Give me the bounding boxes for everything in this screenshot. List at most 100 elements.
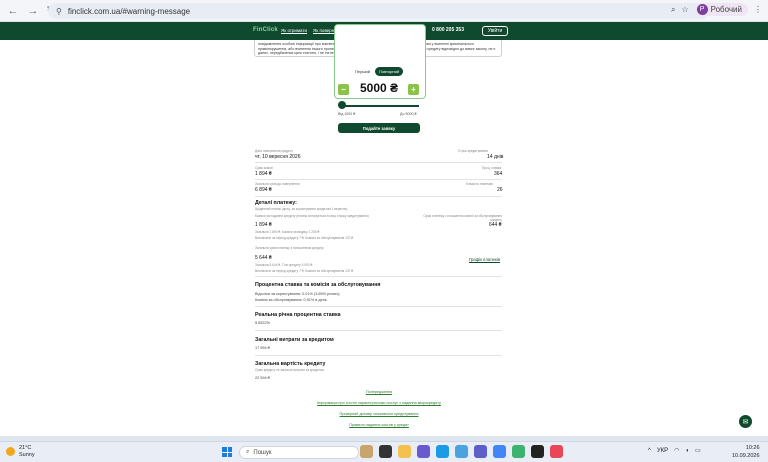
real-rate-value: 5 5522% [255,321,270,325]
client-type-toggle: Перший Повторний [355,67,404,76]
amount-slider-thumb[interactable] [338,101,346,109]
sun-icon [6,447,15,456]
login-button[interactable]: Увійти [482,26,508,36]
total-label: Загальна сума до повернення [255,182,300,186]
bookmark-star-icon[interactable]: ☆ [681,5,688,14]
clock-time: 10:26 [745,445,760,451]
footer-link-warning[interactable]: Попередження [280,390,478,394]
address-bar[interactable]: ⚲ finclick.com.ua/#warning-message [48,3,708,19]
tab-repeat-loan[interactable]: Повторний [375,67,404,76]
total-cost-value: 22 994 ₴ [255,376,270,380]
tray-chevron-icon[interactable]: ^ [648,448,651,454]
chat-icon[interactable]: ✉ [739,415,752,428]
commission-note: Комісія за надання кредиту (платіж сплач… [255,214,369,218]
commission-detail-b: Виплачено за період кредиту 7 ₴, Комісія… [255,236,354,240]
commission-label: Сума комісії [255,166,273,170]
app-store-icon[interactable] [455,445,468,458]
app-copilot-icon[interactable] [417,445,430,458]
profile-avatar: Р [696,4,708,15]
profile-name: Робочий [710,5,742,14]
section-divider [255,355,502,356]
decrease-amount-button[interactable]: − [338,84,349,95]
clock[interactable]: 10:26 10.09.2026 [732,444,760,460]
site-logo[interactable]: FinClick [253,27,278,33]
submit-application-button[interactable]: Подайте заявку [338,123,420,133]
app-edge-icon[interactable] [436,445,449,458]
service-fee-note: Сума платежу з погашення комісії за обсл… [423,214,502,222]
commission-detail-a: Загальна 1 894 ₴, Комісія за видачу 1 25… [255,230,320,234]
taskbar: 21°C Sunny ⌕ Пошук ^ УКР ◠ ◖ ▭ 10:26 10.… [0,441,768,462]
summary-divider [255,179,502,180]
app-explorer-icon[interactable] [398,445,411,458]
return-date-label: Дата повернення кредиту [255,149,293,153]
loan-detail-a: Загальна 5 644 ₴, Тіло кредиту 5 000 ₴ [255,263,313,267]
app-chrome-profile-icon[interactable] [550,445,563,458]
rate-label: Проц. ставка [482,166,502,170]
weather-widget[interactable]: 21°C Sunny [6,445,35,458]
total-cost-note: Сума кредиту та загальні витрати за кред… [255,368,324,372]
battery-icon[interactable]: ▭ [695,447,701,454]
clock-date: 10.09.2026 [732,453,760,459]
slider-min-label: Від 1000 ₴ [338,112,356,116]
menu-icon[interactable]: ⋮ [754,5,762,14]
rates-line-2: Комісія за обслуговування: 0.91% в день [255,298,327,302]
total-costs-heading: Загальні витрати за кредитом [255,337,334,343]
app-widget-icon[interactable] [360,445,373,458]
wifi-icon[interactable]: ◠ [674,447,679,454]
total-value: 6 894 ₴ [255,187,272,193]
app-dark-icon[interactable] [531,445,544,458]
section-divider [255,330,502,331]
volume-icon[interactable]: ◖ [685,448,689,454]
total-costs-value: 17 994 ₴ [255,346,270,350]
section-divider [255,276,502,277]
footer-link-rules[interactable]: Правила надання коштів у кредит [280,423,478,427]
loan-payment-value: 5 644 ₴ [255,255,272,261]
service-fee-value: 644 ₴ [489,222,502,228]
section-divider [255,306,502,307]
summary-divider [255,196,502,197]
app-chrome-icon[interactable] [493,445,506,458]
taskbar-search[interactable]: ⌕ Пошук [239,446,359,459]
amount-slider-track[interactable] [342,105,419,107]
loan-detail-b: Виплачено за період кредиту 7 ₴, Комісія… [255,269,354,273]
payment-details-heading: Деталі платежу: [255,200,297,206]
menu-item-how-to-get[interactable]: Як отримати [281,28,307,33]
payment-details-subheading: Щоденний платіж (проц. за користування к… [255,207,348,211]
search-icon: ⌕ [246,449,250,455]
app-green-icon[interactable] [512,445,525,458]
windows-start-icon[interactable] [222,447,232,457]
footer-link-sample-contract[interactable]: Примірний договір споживчого кредитуванн… [280,412,478,416]
summary-divider [255,162,502,163]
loan-payment-note: Загальна сума платежу з погашенням креди… [255,246,324,250]
app-teams-icon[interactable] [474,445,487,458]
phone-number[interactable]: 0 800 205 353 [432,27,464,33]
tab-first-loan[interactable]: Перший [355,69,370,74]
slider-max-label: До 5000 ₴ [400,112,417,116]
app-terminal-icon[interactable] [379,445,392,458]
commission-value: 1 894 ₴ [255,171,272,177]
commission-payment-value: 1 894 ₴ [255,222,272,228]
total-cost-heading: Загальна вартість кредиту [255,361,326,367]
increase-amount-button[interactable]: + [408,84,419,95]
term-value: 14 днів [487,154,504,160]
back-icon[interactable]: ← [6,4,20,18]
page-content: повідомлення особою інформації про вчине… [0,40,768,436]
taskbar-apps [360,445,563,458]
payments-count-label: Кількість платежів [466,182,493,186]
return-date-value: чт, 10 вересня 2026 [255,154,301,160]
url-text: finclick.com.ua/#warning-message [67,6,191,16]
payments-count-value: 26 [497,187,503,193]
rates-heading: Процентна ставка та комісія за обслугову… [255,282,381,288]
rates-line-1: Відсотки за користування: 0.01% (3.65% р… [255,292,341,296]
zoom-icon[interactable]: ⌕ [671,5,675,15]
system-tray: ^ УКР ◠ ◖ ▭ [648,447,701,455]
rate-value: 364 [494,171,503,177]
forward-icon[interactable]: → [26,4,40,18]
footer-link-service-info[interactable]: Інформація про істотні характеристики по… [280,401,478,405]
site-info-icon[interactable]: ⚲ [56,7,62,16]
loan-amount: 5000 ₴ [359,81,399,95]
payment-schedule-link[interactable]: Графік платежів [469,257,500,262]
language-indicator[interactable]: УКР [657,448,668,454]
profile-button[interactable]: Р Робочий [694,3,748,16]
real-rate-heading: Реальна річна процентна ставка [255,312,341,318]
